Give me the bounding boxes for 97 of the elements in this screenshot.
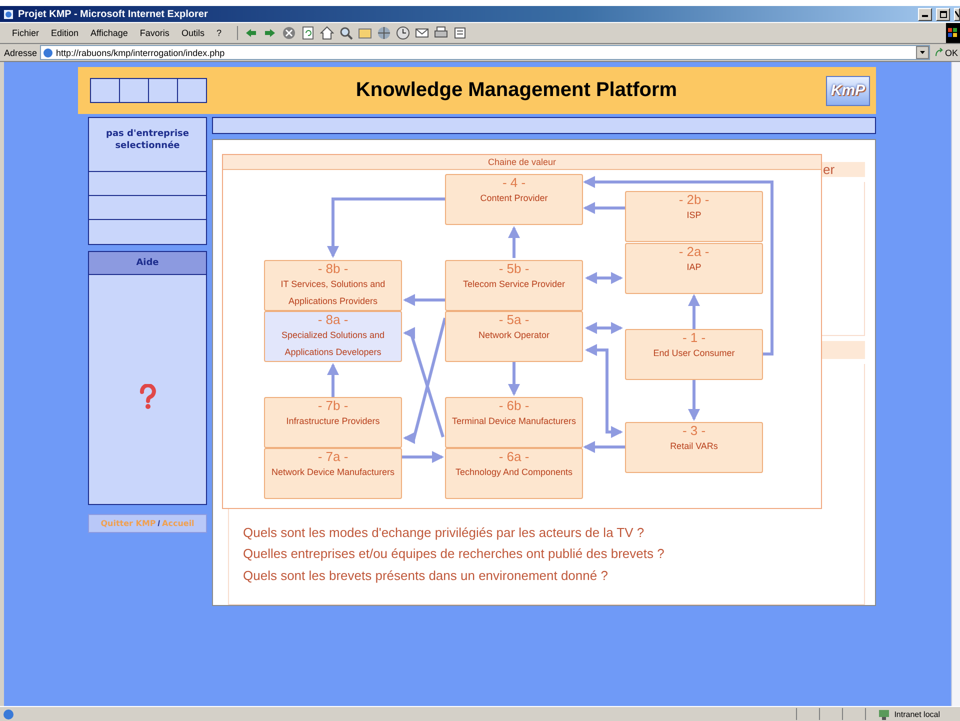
menu-item[interactable]: Fichier — [6, 28, 46, 38]
logo: KmP — [826, 76, 870, 106]
minimize-button[interactable] — [918, 8, 932, 20]
section-title: er — [823, 162, 835, 177]
menu-item[interactable]: Affichage — [84, 28, 134, 38]
back-arrow-icon[interactable] — [244, 26, 258, 40]
go-button[interactable]: OK — [932, 48, 960, 58]
stop-icon[interactable] — [282, 26, 296, 40]
page-icon — [3, 708, 14, 720]
search-icon[interactable] — [339, 26, 354, 40]
node-code: - 8a - — [318, 312, 348, 327]
node-label: IT Services, Solutions and Applications Providers — [280, 278, 386, 308]
menu-item[interactable]: Edition — [45, 28, 85, 38]
curved-arrow-icon — [934, 48, 944, 57]
diagram-node[interactable]: - 1 - End User Consumer — [625, 329, 763, 380]
node-code: - 6b - — [498, 398, 530, 413]
address-field[interactable]: http://rabuons/kmp/interrogation/index.php — [40, 45, 930, 60]
diagram-node[interactable]: - 3 - Retail VARs — [625, 422, 763, 473]
help-icon[interactable] — [138, 384, 158, 410]
arrow — [327, 363, 339, 397]
arrow — [402, 451, 444, 463]
maximize-button[interactable] — [936, 8, 950, 20]
diagram-node[interactable]: - 8a - Specialized Solutions and Applications Developers — [264, 311, 402, 362]
printer-icon[interactable] — [434, 26, 448, 40]
dropdown-button[interactable] — [916, 46, 929, 59]
diagram-node[interactable]: - 5b - Telecom Service Provider — [445, 260, 583, 311]
question-link[interactable]: Quelles entreprises et/ou équipes de recherches ont publié des brevets ? — [243, 543, 864, 564]
node-label: Network Operator — [477, 329, 551, 342]
help-header: Aide — [88, 251, 207, 275]
caret-icon — [920, 51, 925, 54]
node-label: ISP — [686, 209, 702, 222]
node-code: - 2b - — [678, 192, 710, 207]
close-icon — [955, 10, 959, 18]
address-label: Adresse — [4, 48, 38, 58]
browser-icon — [3, 8, 14, 20]
forward-arrow-icon[interactable] — [263, 26, 278, 40]
arrow — [403, 294, 445, 306]
mail-icon[interactable] — [415, 26, 430, 40]
node-code: - 7a - — [318, 449, 348, 464]
network-icon — [878, 708, 890, 720]
node-label: End User Consumer — [652, 347, 736, 360]
close-button[interactable] — [954, 8, 960, 20]
diagram-node[interactable]: - 6a - Technology And Components — [445, 448, 583, 499]
node-code: - 5b - — [498, 261, 530, 276]
question-link[interactable]: Quels sont les modes d'echange privilégiés par les acteurs de la TV ? — [243, 522, 864, 543]
arrow — [583, 441, 625, 453]
window-title: Projet KMP - Microsoft Internet Explorer — [18, 8, 209, 20]
double-arrow — [585, 322, 623, 334]
refresh-icon[interactable] — [301, 26, 316, 40]
popup-title: Chaine de valeur — [488, 157, 556, 167]
globe-icon[interactable] — [377, 26, 392, 40]
edit-icon[interactable] — [453, 26, 468, 40]
zone-label: Intranet local — [894, 710, 941, 718]
node-label: Terminal Device Manufacturers — [450, 415, 578, 428]
separator: / — [158, 519, 160, 528]
node-code: - 6a - — [498, 449, 530, 464]
node-code: - 3 - — [682, 423, 706, 438]
node-code: - 1 - — [682, 330, 706, 345]
arrow — [508, 362, 520, 396]
folder-icon[interactable] — [358, 26, 372, 40]
node-code: - 5a - — [498, 312, 530, 327]
node-code: - 7b - — [318, 398, 348, 413]
diagram-node[interactable]: - 6b - Terminal Device Manufacturers — [445, 397, 583, 448]
node-label: Retail VARs — [669, 440, 719, 453]
header-cell — [178, 79, 206, 102]
node-label: Specialized Solutions and Applications Developers — [280, 329, 386, 359]
diagram-node[interactable]: - 7b - Infrastructure Providers — [264, 397, 402, 448]
company-panel: pas d'entreprise selectionnée — [88, 117, 207, 172]
node-label: IAP — [686, 261, 702, 274]
node-label: Telecom Service Provider — [462, 278, 566, 291]
home-icon[interactable] — [320, 26, 334, 40]
menu-item[interactable]: Outils — [175, 28, 210, 38]
node-code: - 4 - — [502, 175, 526, 190]
menu-item[interactable]: ? — [210, 28, 228, 38]
node-code: - 8b - — [318, 261, 348, 276]
page-title: Knowledge Management Platform — [354, 79, 678, 102]
node-label: Infrastructure Providers — [285, 415, 381, 428]
menu-item[interactable]: Favoris — [134, 28, 176, 38]
node-label: Content Provider — [479, 192, 549, 205]
diagram-node[interactable]: - 2b - ISP — [625, 191, 763, 242]
node-label: Technology And Components — [454, 466, 574, 479]
page-icon — [43, 48, 54, 58]
arrow — [688, 380, 700, 421]
diagram-node[interactable]: - 5a - Network Operator — [445, 311, 583, 362]
double-arrow — [585, 272, 623, 284]
clock-icon[interactable] — [396, 26, 410, 40]
node-code: - 2a - — [678, 244, 710, 259]
arrow — [508, 226, 520, 258]
diagram-node[interactable]: - 2a - IAP — [625, 243, 763, 294]
maximize-icon — [940, 10, 946, 18]
scrollbar[interactable] — [951, 62, 960, 706]
node-label: Network Device Manufacturers — [270, 466, 396, 479]
throbber-icon — [946, 23, 960, 43]
diagram-node[interactable]: - 8b - IT Services, Solutions and Applications Providers — [264, 260, 402, 311]
question-link[interactable]: Quels sont les brevets présents dans un environement donné ? — [243, 564, 864, 586]
diagram-node[interactable]: - 4 - Content Provider — [445, 174, 583, 225]
diagram-node[interactable]: - 7a - Network Device Manufacturers — [264, 448, 402, 499]
